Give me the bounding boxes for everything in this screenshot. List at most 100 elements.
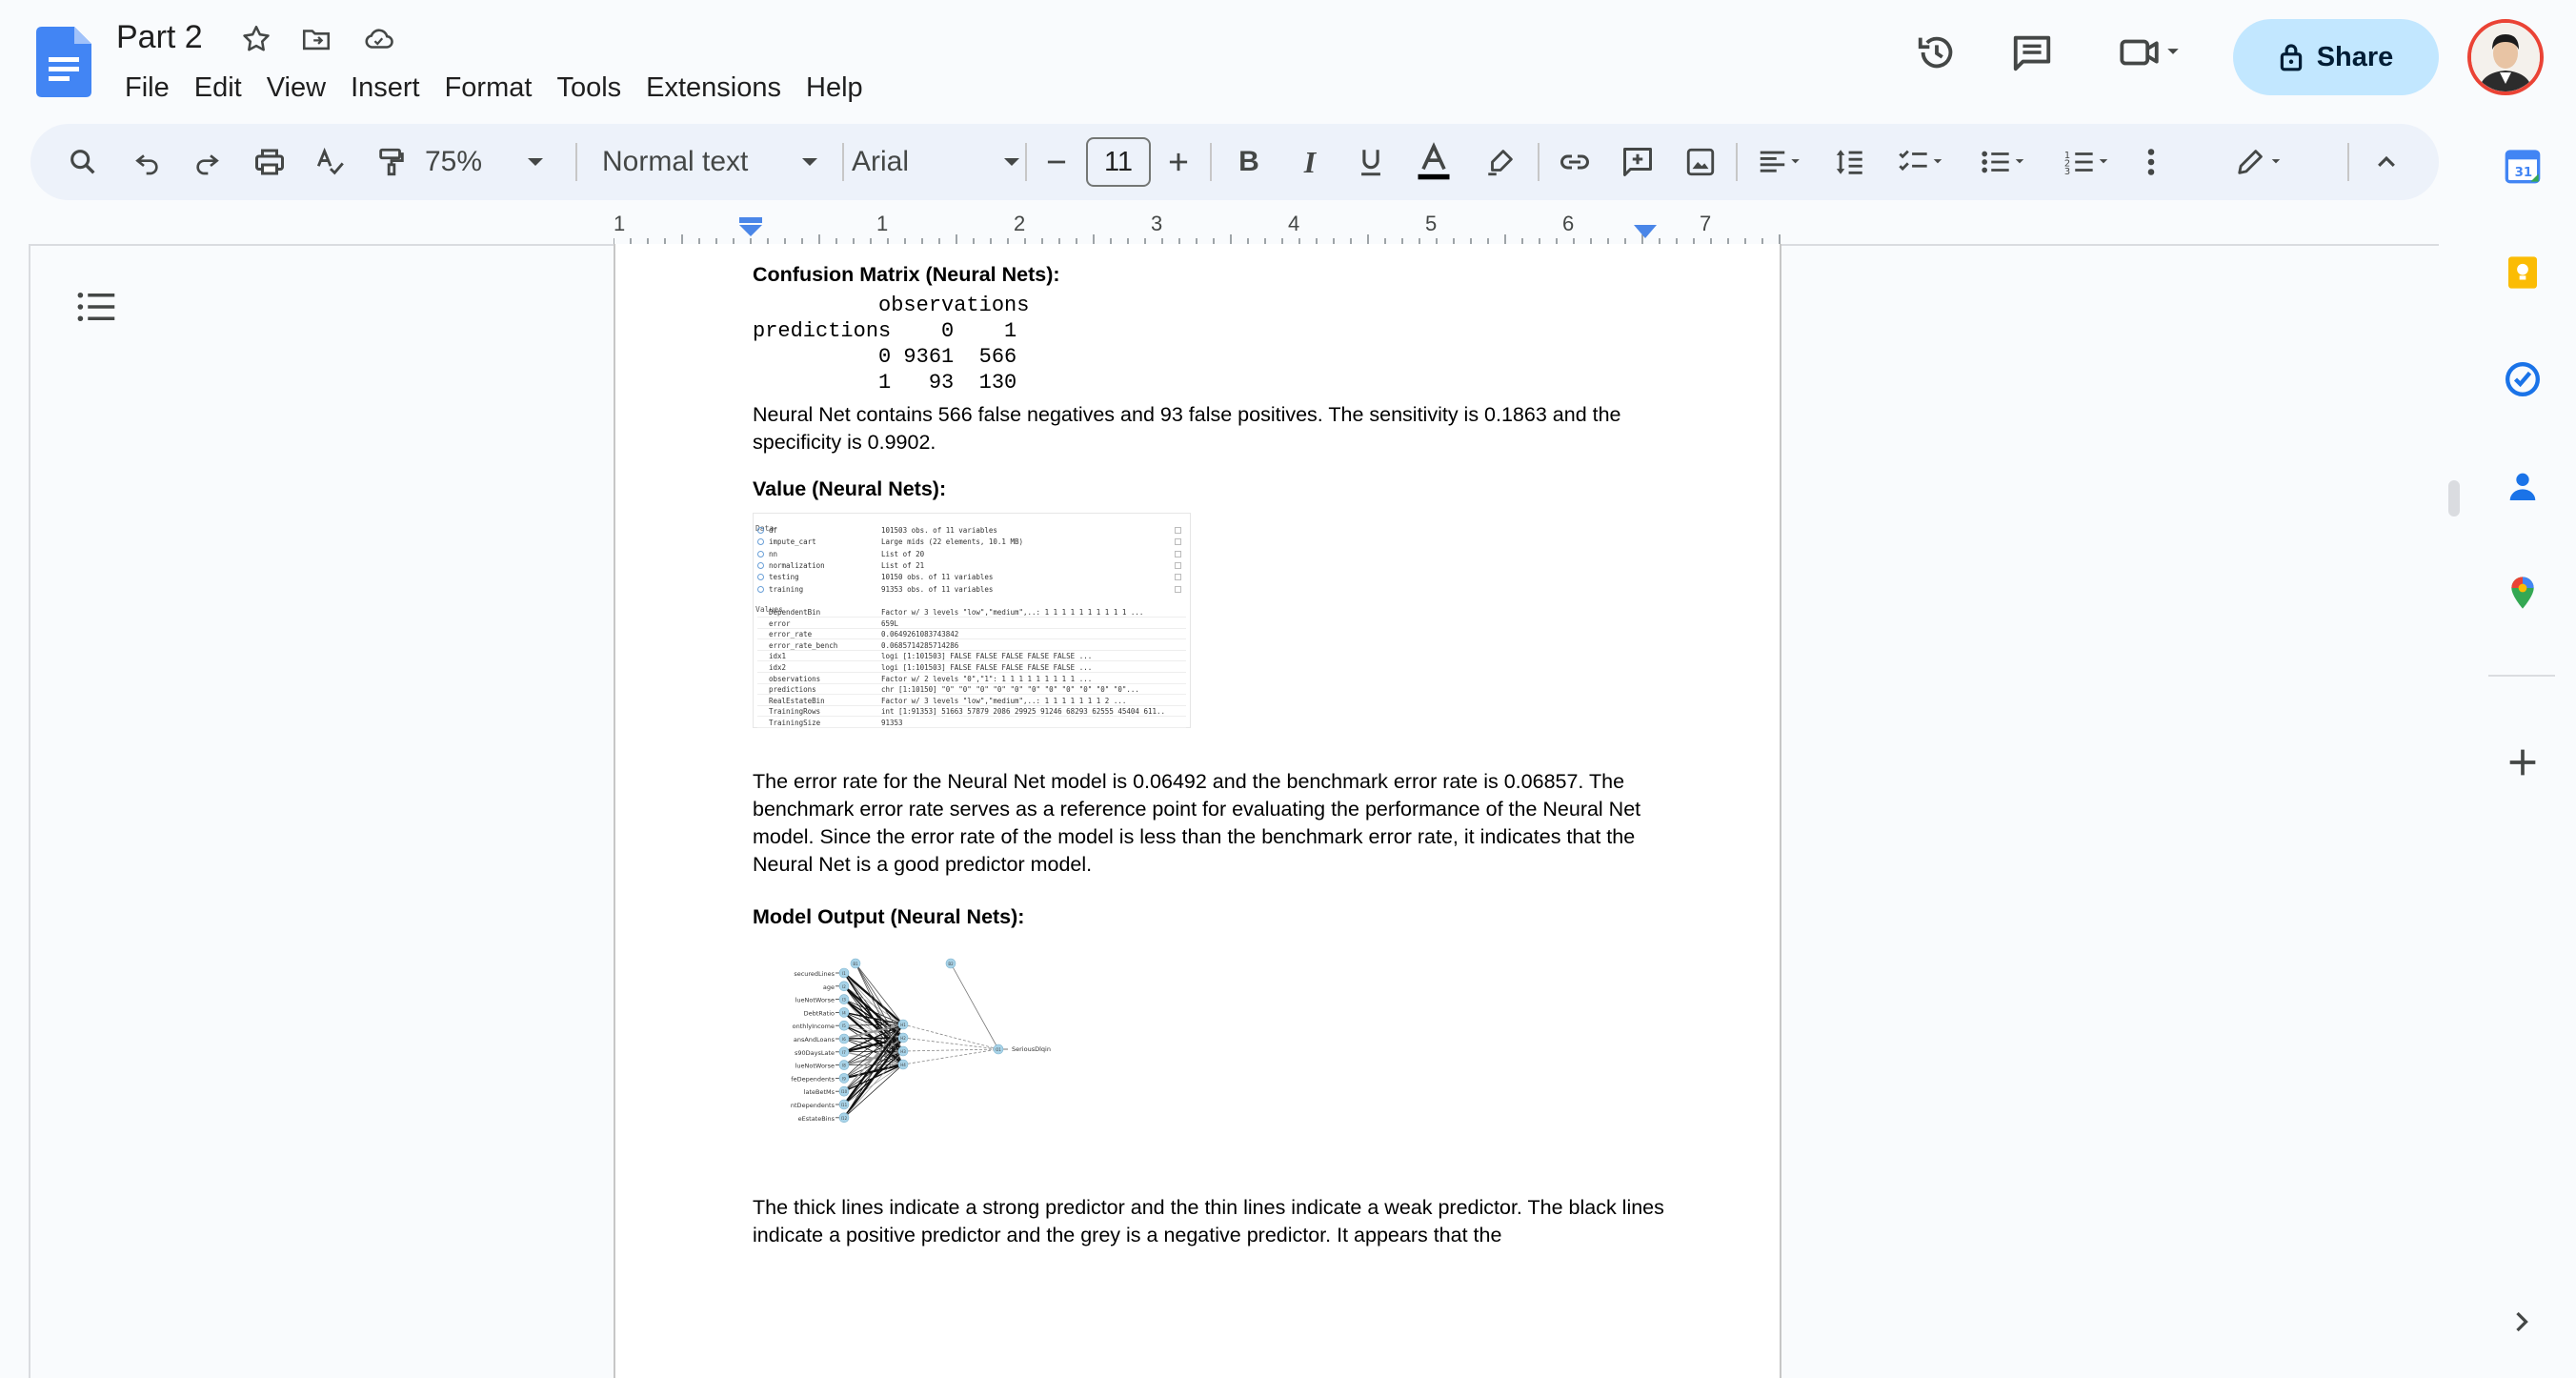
menu-extensions[interactable]: Extensions [634, 69, 794, 107]
version-history-icon[interactable] [1915, 30, 1959, 74]
env-row-name: idx1 [769, 652, 787, 661]
highlight-color-icon[interactable] [1475, 124, 1526, 200]
input-node-label: I4 [842, 1010, 846, 1015]
document-title[interactable]: Part 2 [116, 19, 203, 56]
input-node-label: I5 [842, 1023, 846, 1028]
search-menus-icon[interactable] [59, 124, 107, 200]
paint-format-icon[interactable] [368, 124, 415, 200]
env-value-row: idx1 logi [1:101503] FALSE FALSE FALSE FA… [757, 651, 1186, 662]
env-data-row: training 91353 obs. of 11 variables [757, 584, 1186, 595]
env-row-value: Factor w/ 3 levels "low","medium",..: 1 … [881, 696, 1127, 705]
zoom-select[interactable]: 75% [425, 124, 558, 200]
align-menu-icon[interactable] [1745, 124, 1816, 200]
bias-line [950, 963, 999, 1050]
input-label: securedLines [794, 970, 835, 978]
env-value-row: error_rate 0.0649261083743842 [757, 629, 1186, 640]
scrollbar-thumb[interactable] [2448, 480, 2460, 517]
heading-value: Value (Neural Nets): [753, 477, 947, 500]
insert-link-icon[interactable] [1549, 124, 1600, 200]
comments-icon[interactable] [2010, 30, 2054, 74]
canvas-left-border [29, 244, 30, 1378]
italic-icon[interactable]: I [1284, 124, 1336, 200]
editing-mode-icon[interactable] [2222, 124, 2298, 200]
undo-icon[interactable] [124, 124, 171, 200]
share-button[interactable]: Share [2233, 19, 2439, 95]
environment-screenshot[interactable]: Data df 101503 obs. of 11 variables impute… [753, 513, 1191, 728]
maps-icon[interactable] [2504, 574, 2542, 612]
input-label: lueNotWorse [795, 1063, 835, 1070]
cloud-saved-icon[interactable] [360, 23, 396, 55]
env-row-value: 659L [881, 618, 899, 628]
paragraph-error-rate: The error rate for the Neural Net model … [753, 770, 1641, 876]
move-to-folder-icon[interactable] [299, 23, 333, 55]
menu-edit[interactable]: Edit [182, 69, 254, 107]
font-size-input[interactable]: 11 [1086, 137, 1151, 187]
weight-line [902, 1023, 999, 1050]
collapse-toolbar-icon[interactable] [2363, 124, 2410, 200]
more-options-icon[interactable] [2132, 124, 2170, 200]
bold-icon[interactable]: B [1223, 124, 1275, 200]
font-select[interactable]: Arial [852, 124, 1033, 200]
neural-net-diagram[interactable]: securedLines I1 age I2 lueNotWorse I3 DebtRati… [753, 952, 1286, 1152]
line-spacing-icon[interactable] [1821, 124, 1879, 200]
ruler-number: 4 [1288, 212, 1300, 235]
add-addon-icon[interactable] [2504, 743, 2542, 781]
env-row-value: 0.0685714285714286 [881, 640, 959, 650]
env-data-row: nn List of 20 [757, 549, 1186, 559]
zoom-value: 75% [425, 146, 483, 177]
env-row-name: error_rate_bench [769, 640, 838, 650]
paragraph-style-value: Normal text [602, 146, 749, 177]
menu-insert[interactable]: Insert [338, 69, 433, 107]
right-indent-marker[interactable] [1633, 225, 1658, 240]
env-value-row: idx2 logi [1:101503] FALSE FALSE FALSE FA… [757, 662, 1186, 673]
env-row-name: DependentBin [769, 608, 821, 617]
env-row-name: error_rate [769, 630, 813, 639]
contacts-icon[interactable] [2504, 467, 2542, 505]
star-icon[interactable] [240, 23, 272, 55]
chevron-down-icon [1002, 152, 1021, 172]
increase-font-size-icon[interactable] [1155, 124, 1202, 200]
add-comment-icon[interactable] [1612, 124, 1663, 200]
bulleted-list-menu-icon[interactable] [1966, 124, 2041, 200]
expand-side-panel-icon[interactable] [2507, 1307, 2536, 1336]
numbered-list-menu-icon[interactable]: 123 [2050, 124, 2124, 200]
bias-node-label: B1 [853, 962, 858, 966]
env-row-value: logi [1:101503] FALSE FALSE FALSE FALSE … [881, 652, 1093, 661]
redo-icon[interactable] [183, 124, 231, 200]
avatar[interactable] [2467, 19, 2544, 95]
env-row-name: error [769, 618, 791, 628]
underline-icon[interactable] [1345, 124, 1397, 200]
input-label: lateBetMs [804, 1088, 835, 1096]
keep-icon[interactable] [2504, 253, 2542, 292]
checklist-menu-icon[interactable] [1884, 124, 1959, 200]
text-color-icon[interactable] [1408, 124, 1459, 200]
document-body[interactable]: Confusion Matrix (Neural Nets): observat… [753, 261, 1686, 1249]
input-node-label: I12 [841, 1116, 848, 1121]
docs-logo-icon[interactable] [36, 27, 91, 97]
first-line-indent-marker[interactable] [738, 217, 763, 238]
matrix-line: 0 9361 566 [753, 345, 1017, 369]
menu-tools[interactable]: Tools [544, 69, 634, 107]
spellcheck-icon[interactable] [307, 124, 354, 200]
input-node-label: I9 [842, 1076, 846, 1081]
document-outline-icon[interactable] [76, 290, 116, 324]
menu-view[interactable]: View [254, 69, 338, 107]
env-row-name: testing [769, 573, 799, 582]
env-row-name: observations [769, 674, 821, 683]
menu-format[interactable]: Format [433, 69, 545, 107]
decrease-font-size-icon[interactable] [1033, 124, 1080, 200]
menu-help[interactable]: Help [794, 69, 875, 107]
heading-confusion-matrix: Confusion Matrix (Neural Nets): [753, 263, 1060, 286]
env-row-name: idx2 [769, 663, 787, 672]
paragraph-style-select[interactable]: Normal text [602, 124, 831, 200]
calendar-icon[interactable]: 31 [2504, 147, 2542, 185]
print-icon[interactable] [244, 124, 295, 200]
insert-image-icon[interactable] [1675, 124, 1726, 200]
horizontal-ruler[interactable]: 1 1 2 3 4 5 6 7 [614, 212, 1781, 246]
tasks-icon[interactable] [2504, 360, 2542, 398]
menu-file[interactable]: File [112, 69, 182, 107]
ruler-number: 7 [1700, 212, 1712, 235]
input-node-label: I7 [842, 1050, 846, 1055]
env-row-name: training [769, 584, 804, 594]
meet-camera-icon[interactable] [2113, 30, 2189, 74]
